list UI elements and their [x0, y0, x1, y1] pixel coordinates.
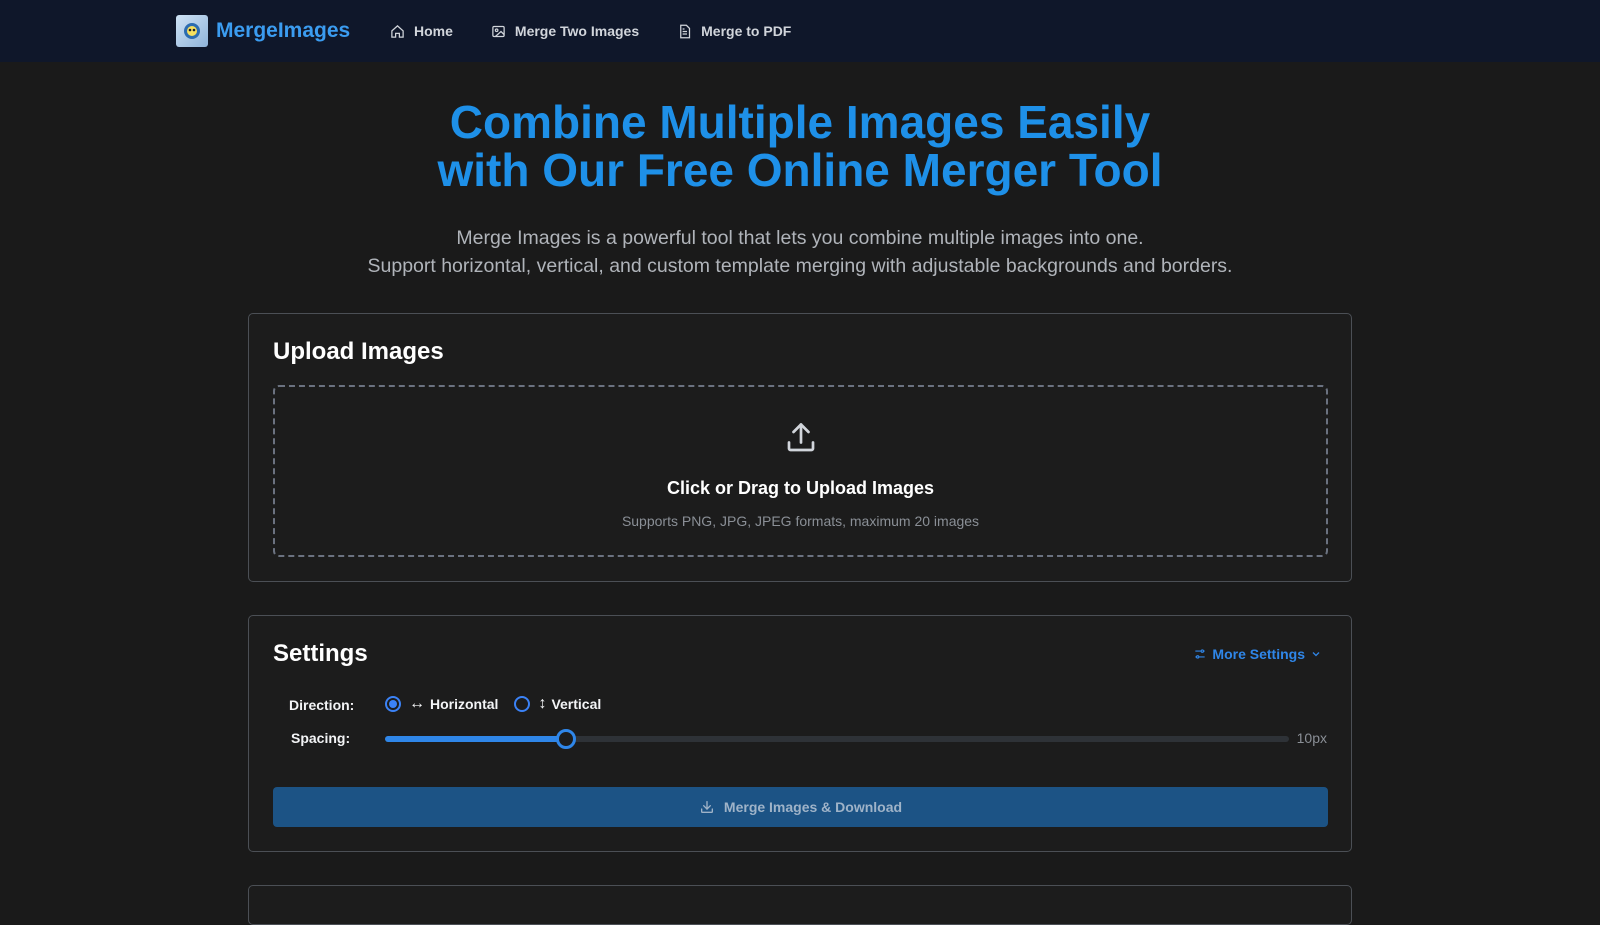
sliders-icon: [1195, 649, 1206, 659]
upload-title: Upload Images: [273, 338, 444, 365]
horizontal-arrows-icon: ↔: [409, 695, 425, 712]
image-icon: [492, 25, 505, 37]
radio-vertical[interactable]: [514, 696, 531, 712]
dropzone-hint: Supports PNG, JPG, JPEG formats, maximum…: [621, 513, 980, 529]
merge-download-label: Merge Images & Download: [723, 799, 903, 815]
hero-title: Combine Multiple Images Easily with Our …: [0, 98, 1600, 194]
settings-card: Settings More Settings Direction: ↔ Hori…: [248, 615, 1352, 852]
more-settings-label: More Settings: [1212, 646, 1305, 662]
nav-links: Home Merge Two Images Merge to PDF: [390, 0, 829, 62]
dropzone-title: Click or Drag to Upload Images: [666, 478, 935, 498]
hero-subtitle-line-1: Merge Images is a powerful tool that let…: [456, 227, 1144, 249]
nav-link-label: Merge Two Images: [514, 23, 640, 39]
upload-card: Upload Images Click or Drag to Upload Im…: [248, 313, 1352, 582]
spacing-value: 10px: [1296, 730, 1327, 746]
more-settings-button[interactable]: More Settings: [1188, 646, 1327, 662]
nav-link-merge-to-pdf[interactable]: Merge to PDF: [677, 23, 791, 39]
radio-horizontal-text: Horizontal: [430, 696, 499, 712]
direction-radio-group: ↔ Horizontal ↕ Vertical: [385, 695, 617, 713]
hero-title-line-2: with Our Free Online Merger Tool: [437, 144, 1163, 196]
direction-label: Direction:: [289, 697, 355, 713]
merge-download-button[interactable]: Merge Images & Download: [273, 787, 1328, 827]
home-icon: [391, 24, 404, 38]
spacing-slider-thumb[interactable]: [556, 729, 576, 749]
brand[interactable]: MergeImages: [176, 15, 350, 47]
nav-link-label: Merge to PDF: [701, 23, 792, 39]
nav-link-label: Home: [414, 23, 453, 39]
hero-subtitle: Merge Images is a powerful tool that let…: [0, 224, 1600, 280]
radio-horizontal-label[interactable]: ↔ Horizontal: [409, 695, 498, 713]
upload-icon: [787, 423, 815, 452]
brand-name: MergeImages: [216, 19, 351, 42]
document-icon: [680, 24, 691, 38]
chevron-down-icon: [1312, 652, 1320, 657]
hero-subtitle-line-2: Support horizontal, vertical, and custom…: [367, 255, 1233, 277]
next-card: [248, 885, 1352, 925]
spacing-slider-fill: [385, 736, 566, 742]
hero-title-line-1: Combine Multiple Images Easily: [449, 96, 1151, 148]
spacing-slider[interactable]: [385, 729, 1289, 749]
logo-icon: [176, 15, 208, 47]
radio-horizontal[interactable]: [385, 696, 401, 712]
radio-selected-dot: [389, 700, 397, 708]
settings-title: Settings: [273, 640, 368, 667]
nav-link-merge-two-images[interactable]: Merge Two Images: [491, 23, 639, 39]
radio-vertical-label[interactable]: ↕ Vertical: [538, 695, 601, 713]
upload-dropzone[interactable]: Click or Drag to Upload Images Supports …: [273, 385, 1328, 557]
vertical-arrows-icon: ↕: [538, 695, 547, 712]
nav-link-home[interactable]: Home: [390, 23, 453, 39]
top-navbar: MergeImages Home Merge Two Images Merge …: [0, 0, 1600, 62]
download-icon: [700, 801, 713, 813]
radio-vertical-text: Vertical: [551, 696, 602, 712]
spacing-label: Spacing:: [291, 730, 351, 746]
